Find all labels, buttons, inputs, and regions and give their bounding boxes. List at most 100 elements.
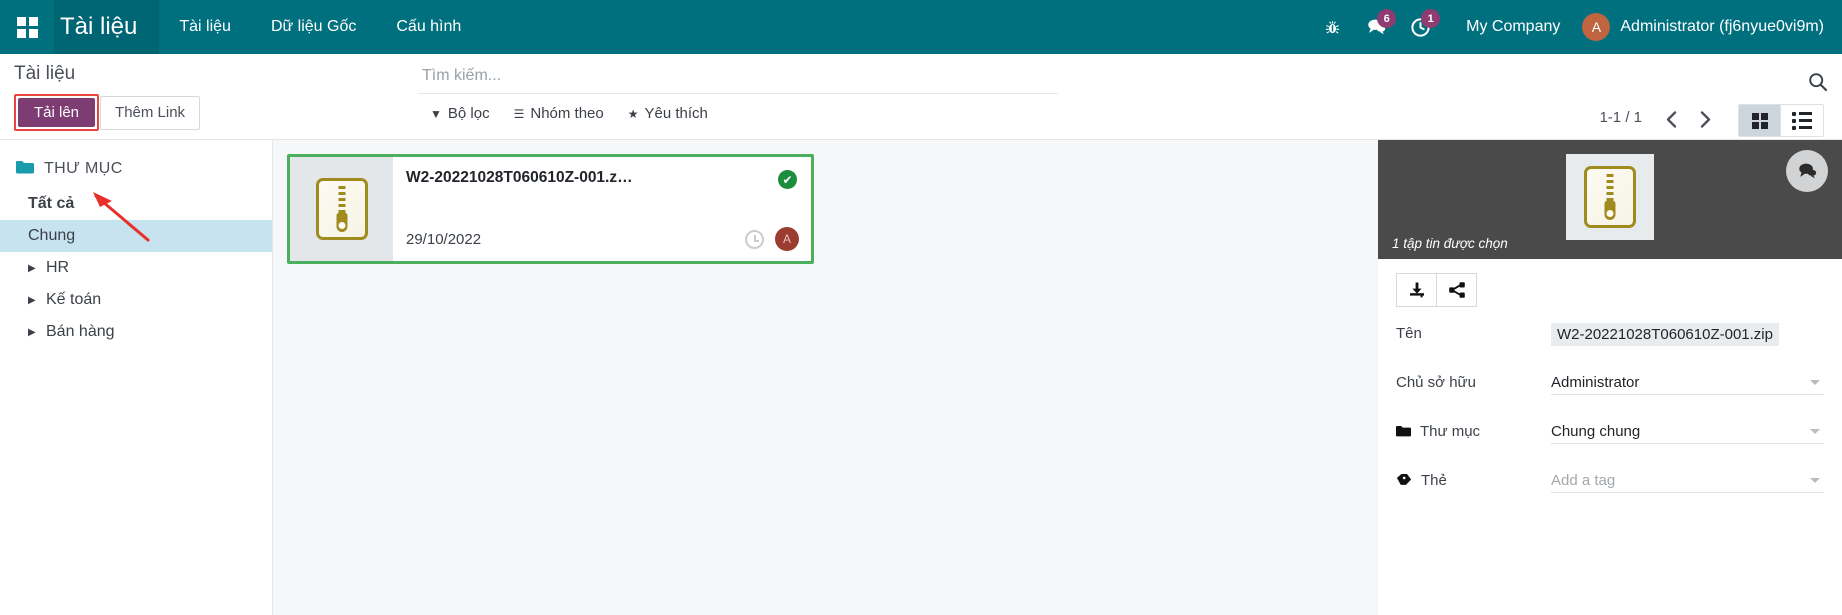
main-menu: Tài liệu Dữ liệu Gốc Cấu hình bbox=[159, 0, 481, 54]
list-view-button[interactable] bbox=[1781, 105, 1823, 136]
favorites-label: Yêu thích bbox=[644, 105, 708, 122]
field-row-tags: Thẻ Add a tag bbox=[1396, 470, 1824, 493]
kanban-view-button[interactable] bbox=[1739, 105, 1781, 136]
bug-icon bbox=[1325, 20, 1339, 33]
control-panel-right: 1-1 / 1 bbox=[1589, 54, 1842, 139]
control-panel-left: Tài liệu Tải lên Thêm Link bbox=[0, 54, 273, 139]
add-link-button[interactable]: Thêm Link bbox=[100, 95, 201, 130]
control-panel: Tài liệu Tải lên Thêm Link Tìm kiếm... ▼… bbox=[0, 54, 1842, 242]
company-switcher[interactable]: My Company bbox=[1442, 18, 1578, 36]
preview-thumbnail bbox=[1566, 154, 1654, 240]
main-body: THƯ MỤC Tất cả Chung ▶ HR ▶ Kế toán ▶ Bá… bbox=[0, 140, 1842, 615]
navbar-right-section: 6 1 My Company A Administrator (fj6nyue0… bbox=[1310, 0, 1842, 54]
star-icon: ★ bbox=[627, 106, 639, 121]
sidebar-item-ban-hang[interactable]: ▶ Bán hàng bbox=[0, 316, 272, 348]
field-row-name: Tên W2-20221028T060610Z-001.zip bbox=[1396, 323, 1824, 346]
chevron-down-icon[interactable] bbox=[1810, 380, 1820, 385]
share-button[interactable] bbox=[1436, 273, 1477, 307]
list-view-icon bbox=[1792, 111, 1812, 130]
search-placeholder: Tìm kiếm... bbox=[422, 67, 502, 84]
chevron-right-icon bbox=[1700, 110, 1710, 128]
action-buttons: Tải lên Thêm Link bbox=[14, 94, 273, 131]
sidebar-item-label: HR bbox=[46, 259, 70, 276]
favorites-dropdown[interactable]: ★ Yêu thích bbox=[616, 100, 720, 127]
folder-field-value[interactable]: Chung chung bbox=[1551, 421, 1824, 444]
menu-item-master-data[interactable]: Dữ liệu Gốc bbox=[251, 0, 376, 54]
sidebar-item-hr[interactable]: ▶ HR bbox=[0, 252, 272, 284]
user-menu[interactable]: A Administrator (fj6nyue0vi9m) bbox=[1578, 13, 1824, 41]
debug-menu-button[interactable] bbox=[1310, 0, 1354, 54]
sidebar-header-label: THƯ MỤC bbox=[44, 160, 123, 177]
field-label: Thư mục bbox=[1396, 421, 1551, 440]
owner-field-value[interactable]: Administrator bbox=[1551, 372, 1824, 395]
download-button[interactable] bbox=[1396, 273, 1437, 307]
messages-button[interactable]: 6 bbox=[1354, 0, 1398, 54]
field-row-owner: Chủ sở hữu Administrator bbox=[1396, 372, 1824, 395]
search-icon bbox=[1809, 73, 1828, 92]
inspector-form: Tên W2-20221028T060610Z-001.zip Chủ sở h… bbox=[1378, 307, 1842, 519]
sidebar-item-label: Tất cả bbox=[28, 195, 75, 212]
tag-icon bbox=[1396, 473, 1412, 489]
field-label-text: Thư mục bbox=[1420, 423, 1481, 440]
share-icon bbox=[1448, 282, 1465, 298]
search-view: Tìm kiếm... ▼ Bộ lọc ☰ Nhóm theo ★ Yêu t… bbox=[273, 54, 1589, 139]
chevron-right-icon[interactable]: ▶ bbox=[28, 263, 37, 274]
folder-icon bbox=[16, 160, 34, 178]
upload-button-highlight: Tải lên bbox=[14, 94, 100, 131]
chevron-down-icon[interactable] bbox=[1810, 478, 1820, 483]
pager-previous-button[interactable] bbox=[1656, 104, 1686, 134]
document-thumbnail bbox=[290, 157, 393, 261]
name-field-value[interactable]: W2-20221028T060610Z-001.zip bbox=[1551, 323, 1779, 346]
document-card[interactable]: W2-20221028T060610Z-001.z… ✔ 29/10/2022 … bbox=[287, 154, 814, 264]
kanban-view-icon bbox=[1751, 112, 1768, 129]
filter-menu-bar: ▼ Bộ lọc ☰ Nhóm theo ★ Yêu thích bbox=[418, 94, 758, 127]
sidebar: THƯ MỤC Tất cả Chung ▶ HR ▶ Kế toán ▶ Bá… bbox=[0, 140, 273, 615]
top-navbar: Tài liệu Tài liệu Dữ liệu Gốc Cấu hình 6 bbox=[0, 0, 1842, 54]
field-label: Tên bbox=[1396, 325, 1422, 342]
chevron-right-icon[interactable]: ▶ bbox=[28, 327, 37, 338]
filters-dropdown[interactable]: ▼ Bộ lọc bbox=[418, 100, 502, 127]
upload-button[interactable]: Tải lên bbox=[18, 98, 96, 127]
sidebar-item-ke-toan[interactable]: ▶ Kế toán bbox=[0, 284, 272, 316]
app-brand-title[interactable]: Tài liệu bbox=[54, 0, 160, 54]
view-switcher bbox=[1738, 104, 1824, 137]
inspector-preview: 1 tập tin được chọn bbox=[1378, 140, 1842, 259]
menu-item-documents[interactable]: Tài liệu bbox=[159, 0, 251, 54]
download-icon bbox=[1409, 282, 1424, 298]
activities-badge: 1 bbox=[1421, 9, 1441, 28]
group-by-dropdown[interactable]: ☰ Nhóm theo bbox=[502, 100, 616, 127]
avatar[interactable]: A bbox=[775, 227, 799, 251]
sidebar-item-label: Bán hàng bbox=[46, 323, 115, 340]
chevron-left-icon bbox=[1666, 110, 1676, 128]
field-label: Thẻ bbox=[1396, 470, 1551, 489]
search-button[interactable] bbox=[1808, 72, 1828, 97]
tags-field-value[interactable]: Add a tag bbox=[1551, 470, 1824, 493]
document-card-footer: 29/10/2022 A bbox=[406, 227, 799, 251]
field-row-folder: Thư mục Chung chung bbox=[1396, 421, 1824, 444]
avatar: A bbox=[1582, 13, 1611, 41]
sidebar-item-all[interactable]: Tất cả bbox=[0, 188, 272, 220]
pager-range: 1-1 / 1 bbox=[1599, 109, 1642, 126]
chevron-down-icon[interactable] bbox=[1810, 429, 1820, 434]
menu-item-configuration[interactable]: Cấu hình bbox=[376, 0, 481, 54]
chevron-right-icon[interactable]: ▶ bbox=[28, 295, 37, 306]
sidebar-item-label: Kế toán bbox=[46, 291, 102, 308]
kanban-view: W2-20221028T060610Z-001.z… ✔ 29/10/2022 … bbox=[273, 140, 1378, 615]
sidebar-item-chung[interactable]: Chung bbox=[0, 220, 272, 252]
open-chatter-button[interactable] bbox=[1786, 150, 1828, 192]
group-by-label: Nhóm theo bbox=[530, 105, 604, 122]
document-name: W2-20221028T060610Z-001.z… bbox=[406, 169, 633, 186]
page-title: Tài liệu bbox=[14, 63, 76, 84]
document-card-meta: A bbox=[745, 227, 799, 251]
document-card-body: W2-20221028T060610Z-001.z… ✔ 29/10/2022 … bbox=[393, 157, 811, 261]
pager-next-button[interactable] bbox=[1690, 104, 1720, 134]
folder-icon bbox=[1396, 424, 1411, 440]
apps-grid-icon bbox=[16, 16, 38, 38]
activities-button[interactable]: 1 bbox=[1398, 0, 1442, 54]
tags-placeholder: Add a tag bbox=[1551, 472, 1616, 489]
apps-menu-toggle[interactable] bbox=[0, 0, 54, 54]
clock-icon[interactable] bbox=[745, 229, 764, 249]
check-circle-icon[interactable]: ✔ bbox=[778, 170, 797, 189]
document-date: 29/10/2022 bbox=[406, 230, 482, 248]
search-input-area[interactable]: Tìm kiếm... bbox=[418, 60, 1058, 94]
